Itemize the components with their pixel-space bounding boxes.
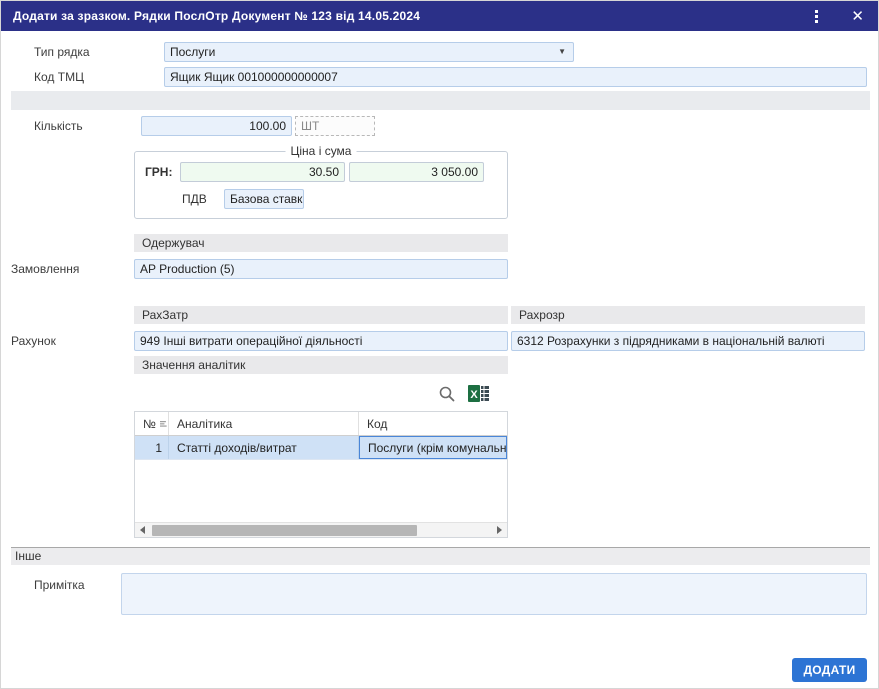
column-header-analytics[interactable]: Аналітика: [169, 412, 359, 435]
excel-export-icon[interactable]: X: [468, 384, 490, 409]
row-type-label: Тип рядка: [34, 45, 90, 59]
sort-icon: [159, 420, 167, 427]
order-input[interactable]: AP Production (5): [134, 259, 508, 279]
note-textarea[interactable]: [121, 573, 867, 615]
order-label: Замовлення: [11, 262, 80, 276]
separator-bar: [11, 91, 870, 110]
title-bar: Додати за зразком. Рядки ПослОтр Докумен…: [1, 1, 878, 31]
other-section-header: Інше: [11, 547, 870, 565]
quantity-input[interactable]: 100.00: [141, 116, 292, 136]
tmc-code-input[interactable]: Ящик Ящик 001000000000007: [164, 67, 867, 87]
expense-account-header: РахЗатр: [134, 306, 508, 324]
scrollbar-track[interactable]: [150, 523, 492, 538]
close-icon[interactable]: ✕: [851, 9, 864, 24]
quantity-label: Кількість: [34, 119, 83, 133]
add-button[interactable]: ДОДАТИ: [792, 658, 867, 682]
row-number-cell: 1: [135, 436, 169, 459]
dialog-title: Додати за зразком. Рядки ПослОтр Докумен…: [13, 9, 421, 23]
analytics-table-header: № Аналітика Код: [135, 412, 507, 436]
column-header-num[interactable]: №: [135, 412, 169, 435]
row-type-value: Послуги: [170, 45, 216, 59]
sum-input[interactable]: 3 050.00: [349, 162, 484, 182]
row-type-select[interactable]: Послуги ▼: [164, 42, 574, 62]
settlement-account-input[interactable]: 6312 Розрахунки з підрядниками в націона…: [511, 331, 865, 351]
vat-input[interactable]: Базова ставка (: [224, 189, 304, 209]
search-icon[interactable]: [438, 385, 456, 408]
row-analytics-cell[interactable]: Статті доходів/витрат: [169, 436, 359, 459]
analytics-section-header: Значення аналітик: [134, 356, 508, 374]
currency-label: ГРН:: [145, 165, 173, 179]
column-header-code[interactable]: Код: [359, 412, 507, 435]
recipient-section-header: Одержувач: [134, 234, 508, 252]
scroll-left-arrow[interactable]: [135, 523, 150, 538]
table-row[interactable]: 1 Статті доходів/витрат Послуги (крім ко…: [135, 436, 507, 460]
expense-account-input[interactable]: 949 Інші витрати операційної діяльності: [134, 331, 508, 351]
scroll-right-arrow[interactable]: [492, 523, 507, 538]
horizontal-scrollbar[interactable]: [135, 522, 507, 537]
price-sum-fieldset: Ціна і сума ГРН: 30.50 3 050.00 ПДВ Базо…: [134, 144, 508, 219]
add-by-sample-dialog: Додати за зразком. Рядки ПослОтр Докумен…: [0, 0, 879, 689]
price-input[interactable]: 30.50: [180, 162, 345, 182]
svg-text:X: X: [470, 389, 478, 401]
chevron-down-icon: ▼: [558, 47, 566, 56]
menu-kebab-icon[interactable]: [809, 8, 823, 24]
account-label: Рахунок: [11, 334, 56, 348]
analytics-table: № Аналітика Код 1 Статті доходів/витрат …: [134, 411, 508, 538]
note-label: Примітка: [34, 578, 85, 592]
scrollbar-thumb[interactable]: [152, 524, 417, 536]
num-header-label: №: [143, 416, 156, 431]
code-header-label: Код: [367, 416, 388, 431]
settlement-account-header: Рахрозр: [511, 306, 865, 324]
tmc-code-label: Код ТМЦ: [34, 70, 84, 84]
price-sum-legend: Ціна і сума: [285, 144, 357, 158]
row-code-cell[interactable]: Послуги (крім комунальних: [359, 436, 507, 459]
vat-label: ПДВ: [182, 192, 207, 206]
analytics-header-label: Аналітика: [177, 416, 233, 431]
quantity-unit-field: ШТ: [295, 116, 375, 136]
